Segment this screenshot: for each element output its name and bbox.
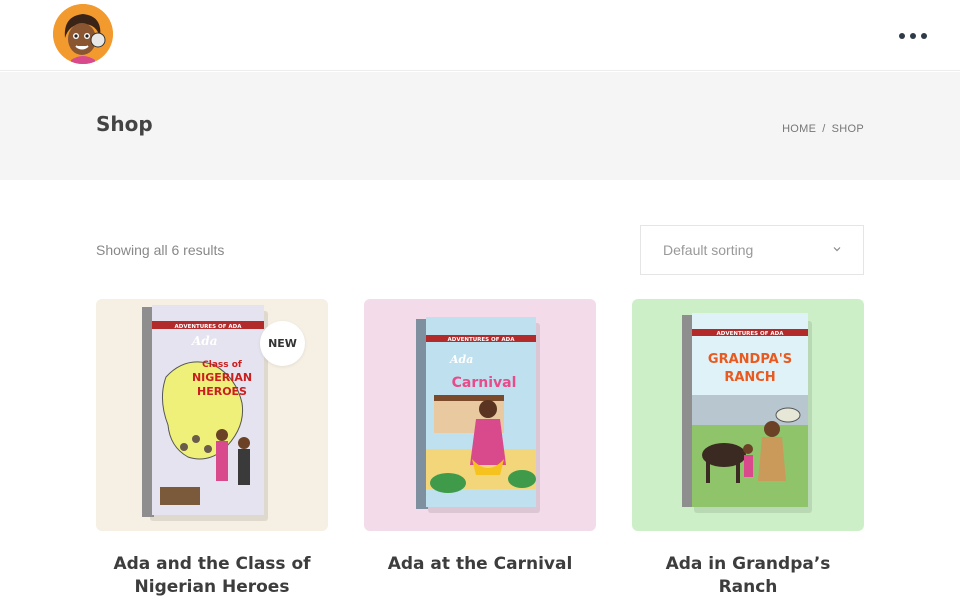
more-dots-icon[interactable] bbox=[899, 27, 927, 45]
page-title: Shop bbox=[96, 112, 153, 136]
product-image[interactable]: ADVENTURES OF ADA Ada Carnival bbox=[364, 299, 596, 531]
svg-text:NIGERIAN: NIGERIAN bbox=[192, 371, 252, 384]
product-image[interactable]: ADVENTURES OF ADA GRANDPA'S RANCH bbox=[632, 299, 864, 531]
product-title[interactable]: Ada and the Class of Nigerian Heroes bbox=[96, 553, 328, 599]
chevron-down-icon bbox=[833, 247, 841, 252]
svg-text:GRANDPA'S: GRANDPA'S bbox=[708, 352, 792, 367]
menu-dot bbox=[910, 33, 916, 39]
avatar-logo-icon[interactable] bbox=[53, 4, 113, 64]
svg-text:HEROES: HEROES bbox=[197, 385, 247, 398]
page-title-band: Shop HOME / SHOP bbox=[0, 72, 960, 180]
svg-text:Ada: Ada bbox=[191, 334, 217, 348]
book-cover-image: ADVENTURES OF ADA GRANDPA'S RANCH bbox=[682, 313, 812, 513]
cover-series-text: ADVENTURES OF ADA bbox=[448, 337, 516, 343]
svg-text:Class of: Class of bbox=[202, 360, 242, 370]
result-count: Showing all 6 results bbox=[96, 242, 225, 258]
cover-series-text: ADVENTURES OF ADA bbox=[175, 324, 243, 330]
site-header bbox=[0, 0, 960, 71]
sort-selected-label: Default sorting bbox=[663, 242, 754, 258]
menu-dot bbox=[899, 33, 905, 39]
cover-series-text: ADVENTURES OF ADA bbox=[717, 331, 785, 337]
breadcrumb: HOME / SHOP bbox=[782, 123, 864, 135]
product-image[interactable]: ADVENTURES OF ADA Ada Class of NIGERIAN … bbox=[96, 299, 328, 531]
new-badge: NEW bbox=[260, 321, 305, 366]
product-card[interactable]: ADVENTURES OF ADA GRANDPA'S RANCH Ada in… bbox=[632, 299, 864, 599]
product-title[interactable]: Ada in Grandpa’s Ranch bbox=[632, 553, 864, 599]
product-title[interactable]: Ada at the Carnival bbox=[364, 553, 596, 576]
cover-title-text: Carnival bbox=[452, 375, 517, 391]
product-card[interactable]: ADVENTURES OF ADA Ada Carnival Ada at th… bbox=[364, 299, 596, 576]
breadcrumb-home-link[interactable]: HOME bbox=[782, 123, 816, 135]
svg-text:RANCH: RANCH bbox=[724, 370, 775, 385]
menu-dot bbox=[921, 33, 927, 39]
sort-select[interactable]: Default sorting bbox=[640, 225, 864, 275]
breadcrumb-separator: / bbox=[822, 123, 826, 135]
breadcrumb-current: SHOP bbox=[831, 123, 864, 135]
product-card[interactable]: ADVENTURES OF ADA Ada Class of NIGERIAN … bbox=[96, 299, 328, 599]
book-cover-image: ADVENTURES OF ADA Ada Carnival bbox=[416, 317, 540, 513]
svg-text:Ada: Ada bbox=[449, 353, 473, 366]
